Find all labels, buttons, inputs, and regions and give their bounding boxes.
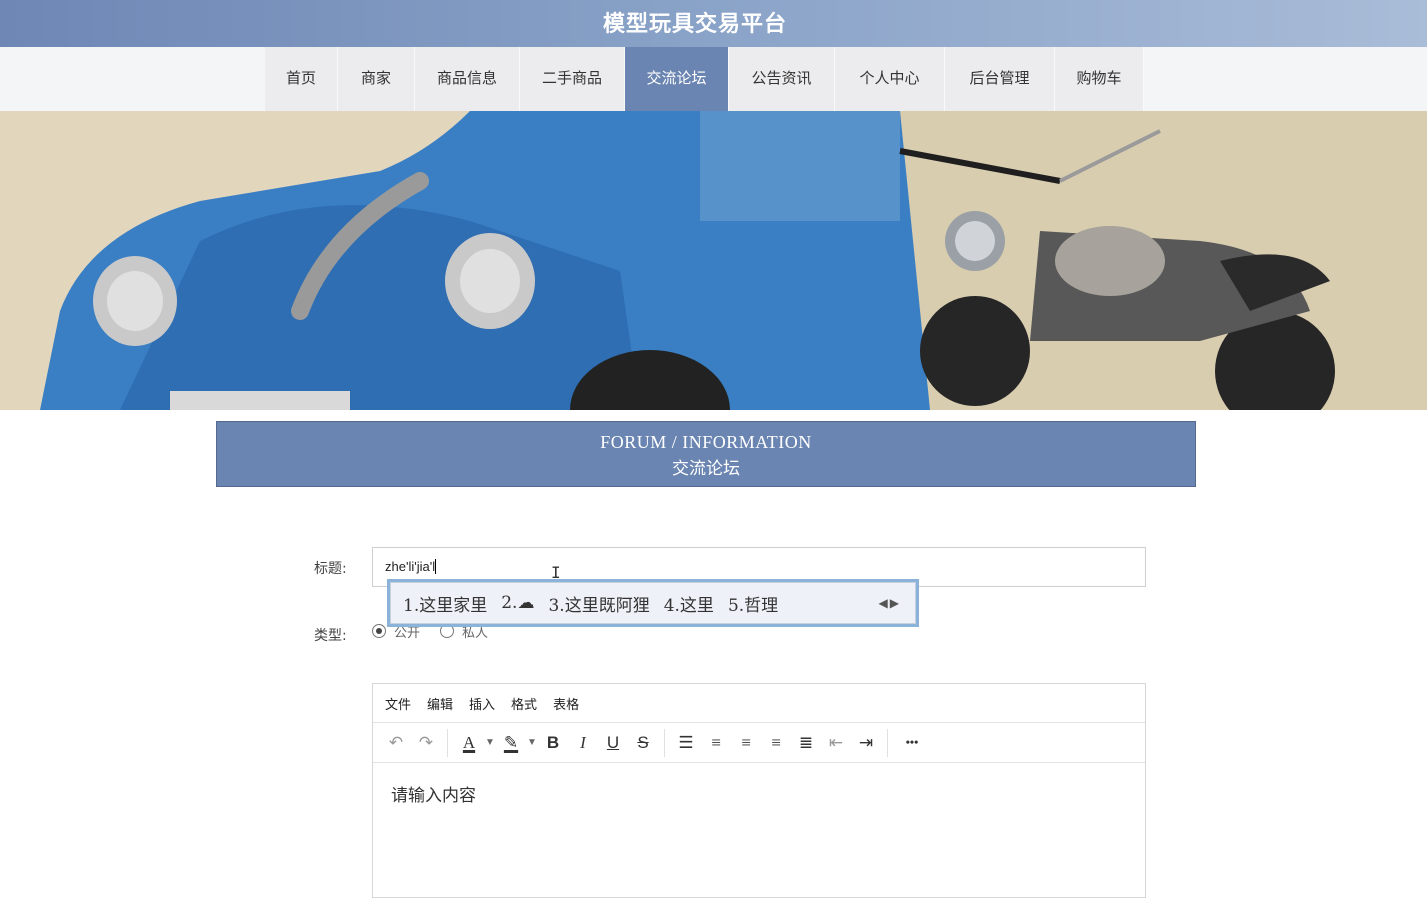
editor-menubar: 文件 编辑 插入 格式 表格 [373,684,1145,723]
nav-item-cart[interactable]: 购物车 [1055,47,1144,111]
banner-illustration [0,111,1427,410]
ime-candidate-5[interactable]: 5.哲理 [728,591,778,616]
nav-item-merchants[interactable]: 商家 [338,47,415,111]
underline-icon[interactable]: U [598,728,628,758]
site-title: 模型玩具交易平台 [602,12,787,37]
text-color-icon[interactable]: A [454,728,484,758]
ime-candidate-4[interactable]: 4.这里 [664,591,714,616]
editor-placeholder: 请输入内容 [391,786,476,806]
bold-icon[interactable]: B [538,728,568,758]
menu-format[interactable]: 格式 [511,694,537,713]
nav-item-home[interactable]: 首页 [265,47,338,111]
indent-icon[interactable]: ⇥ [851,728,881,758]
forum-section-header: FORUM / INFORMATION 交流论坛 [216,421,1196,487]
rich-text-editor: 文件 编辑 插入 格式 表格 ↶ ↷ A ▼ ✎ ▼ B I U S ☰ ≡ ≡… [372,683,1146,898]
toolbar-divider [664,728,665,757]
align-center-icon[interactable]: ≡ [731,728,761,758]
ime-candidate-popup: 1.这里家里 2.☁ 3.这里既阿狸 4.这里 5.哲理 ◀▶ [387,579,919,627]
menu-insert[interactable]: 插入 [469,694,495,713]
ime-candidate-3[interactable]: 3.这里既阿狸 [548,591,649,616]
type-public-radio[interactable] [372,624,386,638]
highlight-icon[interactable]: ✎ [496,728,526,758]
menu-table[interactable]: 表格 [553,694,579,713]
align-justify-icon[interactable]: ≣ [791,728,821,758]
nav-item-products[interactable]: 商品信息 [415,47,520,111]
chevron-down-icon[interactable]: ▼ [484,728,496,758]
undo-icon[interactable]: ↶ [381,728,411,758]
menu-edit[interactable]: 编辑 [427,694,453,713]
banner-image [0,111,1427,410]
text-caret [435,559,437,574]
title-input-value: zhe'li'jia'l [385,559,436,574]
outdent-icon[interactable]: ⇤ [821,728,851,758]
ime-candidate-2-cloud[interactable]: 2.☁ [501,593,534,613]
chevron-down-icon[interactable]: ▼ [526,728,538,758]
site-header: 模型玩具交易平台 [0,0,1427,47]
nav-item-forum[interactable]: 交流论坛 [625,47,729,111]
section-title-en: FORUM / INFORMATION [600,432,812,452]
strikethrough-icon[interactable]: S [628,728,658,758]
main-nav: 首页 商家 商品信息 二手商品 交流论坛 公告资讯 个人中心 后台管理 购物车 [0,47,1427,111]
italic-icon[interactable]: I [568,728,598,758]
title-label: 标题: [314,561,347,577]
align-right-icon[interactable]: ≡ [761,728,791,758]
type-label: 类型: [314,628,347,644]
ime-candidate-1[interactable]: 1.这里家里 [403,591,487,616]
redo-icon[interactable]: ↷ [411,728,441,758]
align-left-icon[interactable]: ≡ [701,728,731,758]
nav-item-admin[interactable]: 后台管理 [945,47,1055,111]
section-title-cn: 交流论坛 [672,459,740,479]
line-height-icon[interactable]: ☰ [671,728,701,758]
toolbar-divider [887,728,888,757]
menu-file[interactable]: 文件 [385,694,411,713]
nav-item-news[interactable]: 公告资讯 [729,47,835,111]
editor-toolbar: ↶ ↷ A ▼ ✎ ▼ B I U S ☰ ≡ ≡ ≡ ≣ ⇤ ⇥ ••• [373,723,1145,763]
more-icon[interactable]: ••• [894,728,930,758]
nav-item-profile[interactable]: 个人中心 [835,47,945,111]
nav-item-secondhand[interactable]: 二手商品 [520,47,625,111]
toolbar-divider [447,728,448,757]
ime-page-arrows-icon[interactable]: ◀▶ [879,596,901,610]
editor-content-area[interactable]: 请输入内容 [373,763,1145,824]
